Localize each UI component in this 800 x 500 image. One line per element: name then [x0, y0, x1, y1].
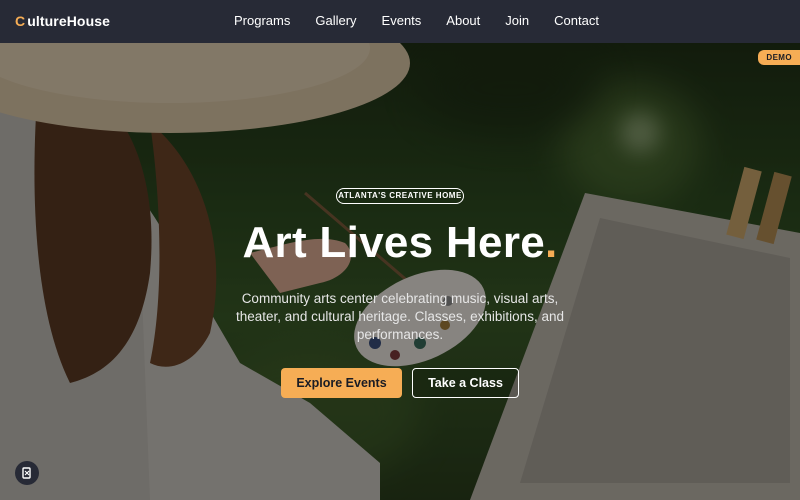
hero-overlay	[0, 43, 800, 500]
nav-links: Programs Gallery Events About Join Conta…	[234, 13, 624, 28]
nav-link-gallery[interactable]: Gallery	[315, 13, 356, 28]
nav-link-about[interactable]: About	[446, 13, 480, 28]
nav-link-join[interactable]: Join	[505, 13, 529, 28]
hero-headline-dot: .	[545, 218, 558, 267]
explore-events-button[interactable]: Explore Events	[281, 368, 402, 398]
hero-section: DEMO ATLANTA'S CREATIVE HOME Art Lives H…	[0, 43, 800, 500]
demo-badge: DEMO	[758, 50, 800, 65]
hero-subtext: Community arts center celebrating music,…	[236, 291, 564, 342]
logo-text: ultureHouse	[27, 13, 110, 29]
nav-link-programs[interactable]: Programs	[234, 13, 290, 28]
accessibility-glyph	[22, 467, 31, 479]
site-logo[interactable]: CultureHouse	[15, 13, 110, 29]
logo-mark: C	[15, 13, 26, 29]
top-navigation: CultureHouse Programs Gallery Events Abo…	[0, 0, 800, 43]
hero-eyebrow: ATLANTA'S CREATIVE HOME	[336, 188, 464, 204]
nav-link-contact[interactable]: Contact	[554, 13, 599, 28]
hero-headline-text: Art Lives Here	[242, 218, 546, 267]
take-a-class-button[interactable]: Take a Class	[412, 368, 519, 398]
nav-link-events[interactable]: Events	[382, 13, 422, 28]
hero-headline: Art Lives Here.	[0, 218, 800, 268]
accessibility-icon[interactable]	[15, 461, 39, 485]
